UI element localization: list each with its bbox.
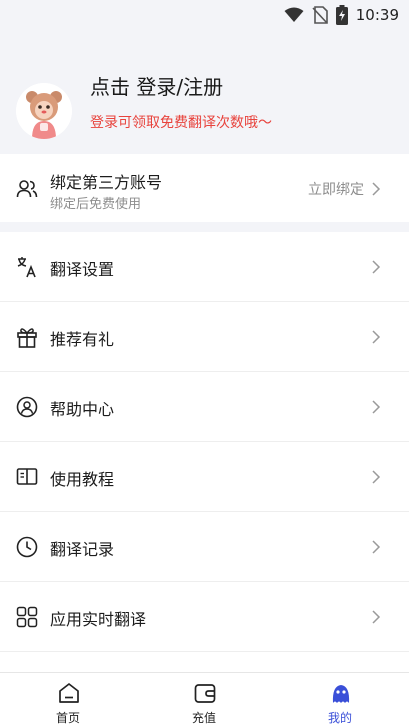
tab-label: 首页	[55, 711, 80, 725]
users-icon	[16, 180, 38, 198]
tab-mine[interactable]: 我的	[272, 673, 408, 728]
chevron-right-icon	[372, 400, 381, 414]
profile-header[interactable]: 点击 登录/注册 登录可领取免费翻译次数哦～	[0, 30, 409, 154]
menu-item-label: 帮助中心	[50, 400, 115, 419]
book-icon	[16, 468, 38, 485]
wallet-icon	[194, 684, 216, 703]
tab-label: 我的	[327, 711, 352, 725]
bind-now-link[interactable]: 立即绑定	[308, 179, 364, 199]
help-icon	[16, 396, 38, 418]
profile-icon	[332, 685, 350, 703]
menu-item-help-center[interactable]: 帮助中心	[0, 372, 409, 442]
status-icons: 10:39	[284, 4, 399, 26]
tab-home[interactable]: 首页	[0, 673, 136, 728]
bind-account-title: 绑定第三方账号	[50, 173, 163, 192]
clock-icon	[16, 536, 38, 558]
login-register-title[interactable]: 点击 登录/注册	[90, 71, 223, 100]
menu-item-translation-history[interactable]: 翻译记录	[0, 512, 409, 582]
bottom-tab-bar: 首页 充值 我的	[0, 672, 409, 727]
status-bar: 10:39	[0, 0, 409, 30]
apps-icon	[16, 606, 38, 628]
clock-time: 10:39	[355, 6, 399, 24]
tab-recharge[interactable]: 充值	[136, 673, 272, 728]
menu-item-label: 翻译记录	[50, 540, 115, 559]
section-divider	[0, 222, 409, 232]
menu-item-referral-gift[interactable]: 推荐有礼	[0, 302, 409, 372]
bind-account-row[interactable]: 绑定第三方账号 绑定后免费使用 立即绑定	[0, 154, 409, 222]
menu-item-realtime-app-translation[interactable]: 应用实时翻译	[0, 582, 409, 652]
menu-item-label: 使用教程	[50, 470, 115, 489]
chevron-right-icon	[372, 540, 381, 554]
chevron-right-icon	[372, 182, 381, 196]
chevron-right-icon	[372, 330, 381, 344]
menu-item-tutorial[interactable]: 使用教程	[0, 442, 409, 512]
bind-account-subtitle: 绑定后免费使用	[50, 197, 142, 212]
tab-label: 充值	[191, 711, 216, 725]
gift-icon	[17, 328, 37, 348]
home-icon	[59, 683, 79, 703]
avatar[interactable]	[16, 83, 72, 139]
menu-item-label: 应用实时翻译	[50, 610, 147, 629]
menu-item-label: 翻译设置	[50, 260, 115, 279]
wifi-icon	[284, 7, 304, 22]
bear-avatar-icon	[16, 83, 72, 139]
translate-icon	[17, 257, 36, 278]
no-sim-icon	[312, 6, 328, 24]
menu-item-translation-settings[interactable]: 翻译设置	[0, 232, 409, 302]
battery-charging-icon	[335, 5, 348, 25]
login-promo-text: 登录可领取免费翻译次数哦～	[90, 115, 272, 131]
menu-item-label: 推荐有礼	[50, 330, 115, 349]
chevron-right-icon	[372, 260, 381, 274]
chevron-right-icon	[372, 610, 381, 624]
settings-menu: 翻译设置 推荐有礼 帮助中心 使用教程 翻译记录 应用实时翻译	[0, 232, 409, 652]
chevron-right-icon	[372, 470, 381, 484]
